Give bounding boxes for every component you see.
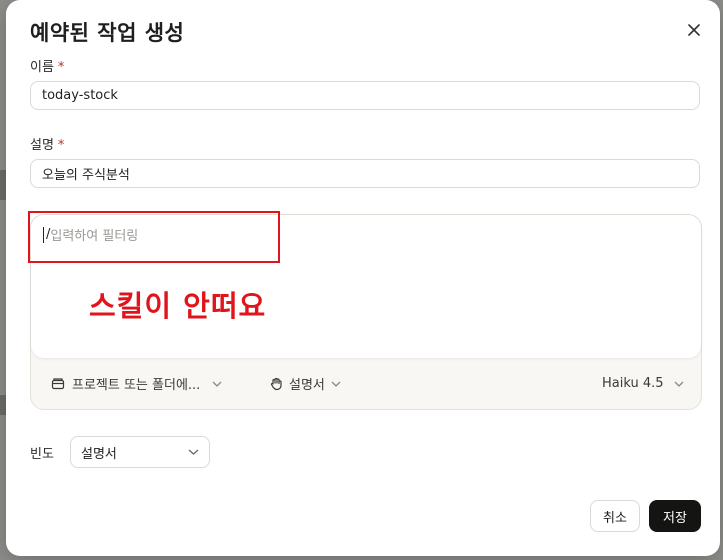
name-input-value: today-stock [42, 88, 118, 103]
description-label-text: 설명 [30, 138, 54, 153]
frequency-select[interactable]: 설명서 [70, 436, 210, 468]
cancel-button[interactable]: 취소 [590, 500, 640, 532]
name-input[interactable]: today-stock [30, 81, 700, 110]
model-selector-label: Haiku 4.5 [602, 376, 664, 391]
frequency-select-value: 설명서 [81, 446, 117, 462]
model-selector[interactable]: Haiku 4.5 [602, 376, 684, 391]
description-input[interactable]: 오늘의 주식분석 [30, 159, 700, 188]
close-button[interactable] [682, 18, 706, 42]
required-mark: * [57, 138, 65, 153]
name-label: 이름 * [30, 56, 64, 75]
folder-selector[interactable]: 프로젝트 또는 폴더에... [51, 374, 222, 393]
skill-selector-label: 설명서 [289, 378, 325, 393]
save-button[interactable]: 저장 [649, 500, 701, 532]
close-icon [688, 24, 700, 36]
chevron-down-icon [674, 381, 683, 387]
folder-icon [51, 378, 65, 390]
folder-selector-label: 프로젝트 또는 폴더에... [72, 378, 201, 393]
dialog-title: 예약된 작업 생성 [30, 21, 185, 45]
skill-selector[interactable]: 설명서 [269, 374, 341, 393]
description-label: 설명 * [30, 134, 64, 153]
description-input-value: 오늘의 주식분석 [42, 168, 130, 183]
frequency-label: 빈도 [30, 447, 54, 462]
chevron-down-icon [212, 381, 222, 387]
name-label-text: 이름 [30, 60, 54, 75]
prompt-composer: / 입력하여 필터링 스킬이 안떠요 프로젝트 또는 폴더에... 설명서 Ha… [28, 211, 702, 410]
hand-icon [270, 377, 282, 391]
chevron-down-icon [331, 381, 341, 387]
annotation-text: 스킬이 안떠요 [89, 289, 267, 323]
annotation-highlight-box [28, 211, 280, 263]
chevron-down-icon [188, 449, 199, 455]
required-mark: * [57, 60, 65, 75]
composer-toolbar: 프로젝트 또는 폴더에... 설명서 Haiku 4.5 [31, 358, 701, 409]
scheduled-task-dialog: 예약된 작업 생성 이름 * today-stock 설명 * 오늘의 주식분석 /… [6, 0, 720, 556]
prompt-textarea[interactable]: / 입력하여 필터링 스킬이 안떠요 [28, 211, 701, 358]
